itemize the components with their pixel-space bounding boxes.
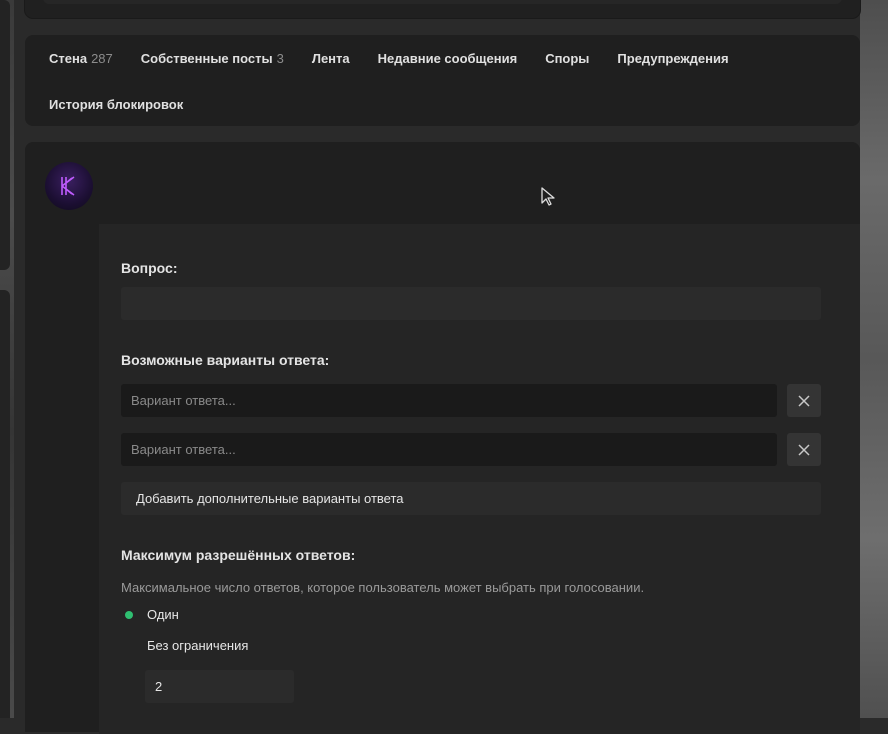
tab-row: История блокировок — [49, 81, 844, 127]
radio-one[interactable]: Один — [121, 607, 179, 622]
remove-option-button[interactable] — [787, 384, 821, 417]
side-panel-edge — [0, 290, 10, 718]
profile-header-panel — [25, 0, 860, 18]
add-options-label: Добавить дополнительные варианты ответа — [136, 491, 404, 506]
tab-ban-history[interactable]: История блокировок — [49, 97, 183, 112]
profile-header-inner — [43, 0, 842, 4]
radio-selected-indicator — [125, 610, 133, 619]
radio-indicator — [125, 642, 133, 650]
question-label: Вопрос: — [121, 260, 178, 276]
options-label: Возможные варианты ответа: — [121, 352, 330, 368]
question-input[interactable] — [121, 287, 821, 320]
radio-one-label: Один — [147, 607, 179, 622]
profile-tabs: Стена 287 Собственные посты 3 Лента Недавн… — [49, 35, 844, 127]
side-panel-edge — [0, 0, 10, 270]
tab-label: Споры — [545, 50, 590, 66]
tab-count: 287 — [91, 50, 113, 66]
tab-label: История блокировок — [49, 96, 184, 112]
tab-feed[interactable]: Лента — [312, 51, 350, 66]
answer-option-input[interactable] — [121, 384, 777, 417]
tab-recent-messages[interactable]: Недавние сообщения — [378, 51, 518, 66]
tab-label: Стена — [49, 50, 88, 66]
max-answers-label: Максимум разрешённых ответов: — [121, 547, 356, 563]
poll-form-panel: Вопрос: Возможные варианты ответа: Добав… — [25, 142, 860, 734]
max-answers-hint: Максимальное число ответов, которое поль… — [121, 580, 645, 595]
tab-disputes[interactable]: Споры — [545, 51, 589, 66]
mouse-pointer-icon — [540, 186, 556, 211]
add-options-button[interactable]: Добавить дополнительные варианты ответа — [121, 482, 821, 515]
radio-unlimited[interactable]: Без ограничения — [121, 638, 248, 653]
tab-label: Лента — [311, 50, 350, 66]
tab-own-posts[interactable]: Собственные посты 3 — [141, 51, 284, 66]
background-right — [860, 0, 888, 718]
tab-wall[interactable]: Стена 287 — [49, 51, 113, 66]
avatar[interactable] — [45, 162, 93, 210]
close-icon — [798, 394, 810, 407]
tab-label: Собственные посты — [140, 50, 273, 66]
tab-label: Недавние сообщения — [377, 50, 518, 66]
remove-option-button[interactable] — [787, 433, 821, 466]
radio-unlimited-label: Без ограничения — [147, 638, 249, 653]
tab-row: Стена 287 Собственные посты 3 Лента Недавн… — [49, 35, 844, 81]
max-answers-count-input[interactable] — [145, 670, 294, 703]
tab-count: 3 — [276, 50, 284, 66]
answer-option-input[interactable] — [121, 433, 777, 466]
profile-tabs-panel: Стена 287 Собственные посты 3 Лента Недавн… — [25, 35, 860, 126]
tab-warnings[interactable]: Предупреждения — [617, 51, 728, 66]
close-icon — [798, 443, 810, 456]
avatar-logo-icon — [61, 176, 75, 196]
tab-label: Предупреждения — [617, 50, 729, 66]
